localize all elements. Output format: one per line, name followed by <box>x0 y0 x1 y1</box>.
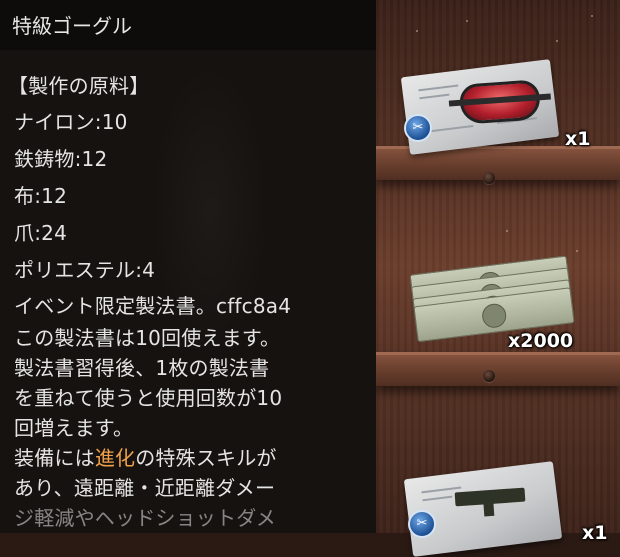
item-qty-label: x1 <box>582 522 608 544</box>
item-tooltip-panel: 特級ゴーグル 【製作の原料】 ナイロン:10 鉄鋳物:12 布:12 爪:24 … <box>0 0 376 533</box>
material-line: ナイロン:10 <box>14 110 128 134</box>
skill-line-partial: ジ軽減やヘッドショットダメ <box>14 506 276 530</box>
shelf-peg-icon <box>483 172 495 184</box>
item-qty-label: x1 <box>565 128 591 150</box>
skill-line: 装備には進化の特殊スキルが <box>14 446 277 470</box>
description-line: 回増えます。 <box>14 416 134 440</box>
tooltip-title-bar: 特級ゴーグル <box>0 0 376 50</box>
material-line: 爪:24 <box>14 221 67 245</box>
craft-tool-icon: ✂ <box>408 510 436 538</box>
material-line: ポリエステル:4 <box>14 258 156 282</box>
material-line: 鉄鋳物:12 <box>14 147 108 171</box>
description-line: 製法書習得後、1枚の製法書 <box>14 356 270 380</box>
skill-highlight: 進化 <box>94 446 136 470</box>
skill-line: あり、遠距離・近距離ダメー <box>14 476 276 500</box>
shelf-board-2 <box>376 352 620 386</box>
description-line: を重ねて使うと使用回数が10 <box>14 386 283 410</box>
description-line: この製法書は10回使えます。 <box>14 326 281 350</box>
description-line: イベント限定製法書。cffc8a4 <box>14 294 292 318</box>
material-line: 布:12 <box>14 184 67 208</box>
craft-tool-icon: ✂ <box>404 114 432 142</box>
item-qty-label: x2000 <box>508 330 574 352</box>
item-title: 特級ゴーグル <box>12 14 132 38</box>
shelf-peg-icon <box>483 370 495 382</box>
section-header: 【製作の原料】 <box>8 74 150 98</box>
